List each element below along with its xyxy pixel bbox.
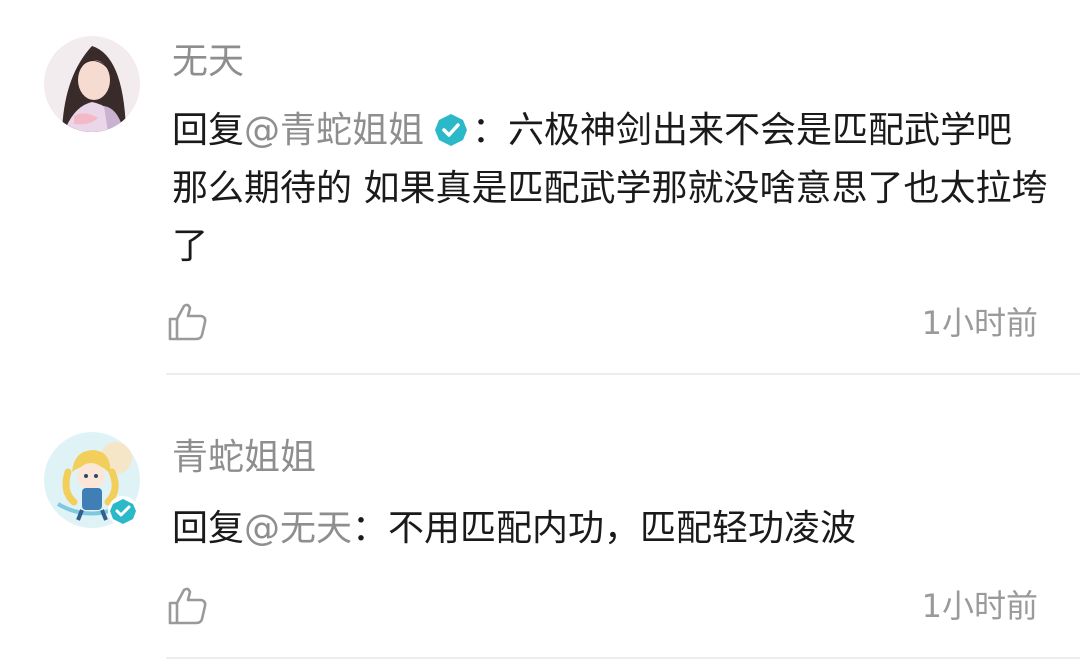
comment-text: 回复@无天：不用匹配内功，匹配轻功凌波 <box>172 500 1052 558</box>
mention-link[interactable]: @无天 <box>244 508 352 549</box>
verified-badge-icon <box>435 114 468 146</box>
avatar[interactable] <box>44 36 140 132</box>
separator: ： <box>472 110 509 151</box>
reply-prefix: 回复 <box>172 110 245 151</box>
divider <box>166 373 1080 375</box>
reply-prefix: 回复 <box>172 508 245 549</box>
verified-badge-icon <box>108 496 138 526</box>
username[interactable]: 无天 <box>172 40 244 84</box>
like-button[interactable] <box>166 300 210 344</box>
comment-item: 无天 回复@青蛇姐姐 ：六极神剑出来不会是匹配武学吧 那么期待的 如果真是匹配武… <box>0 0 1080 376</box>
username[interactable]: 青蛇姐姐 <box>172 436 316 480</box>
reply-body: 不用匹配内功，匹配轻功凌波 <box>388 508 857 549</box>
like-button[interactable] <box>166 584 210 628</box>
separator: ： <box>352 508 389 549</box>
comment-item: 青蛇姐姐 回复@无天：不用匹配内功，匹配轻功凌波 1小时前 <box>0 376 1080 671</box>
thumbs-up-icon <box>168 587 207 625</box>
thumbs-up-icon <box>168 303 207 341</box>
mention-link[interactable]: @青蛇姐姐 <box>244 110 424 151</box>
avatar[interactable] <box>44 432 140 528</box>
avatar-image <box>44 36 140 132</box>
timestamp: 1小时前 <box>921 587 1038 625</box>
divider <box>166 657 1080 659</box>
timestamp: 1小时前 <box>921 304 1038 342</box>
comment-text: 回复@青蛇姐姐 ：六极神剑出来不会是匹配武学吧 那么期待的 如果真是匹配武学那就… <box>172 102 1052 276</box>
